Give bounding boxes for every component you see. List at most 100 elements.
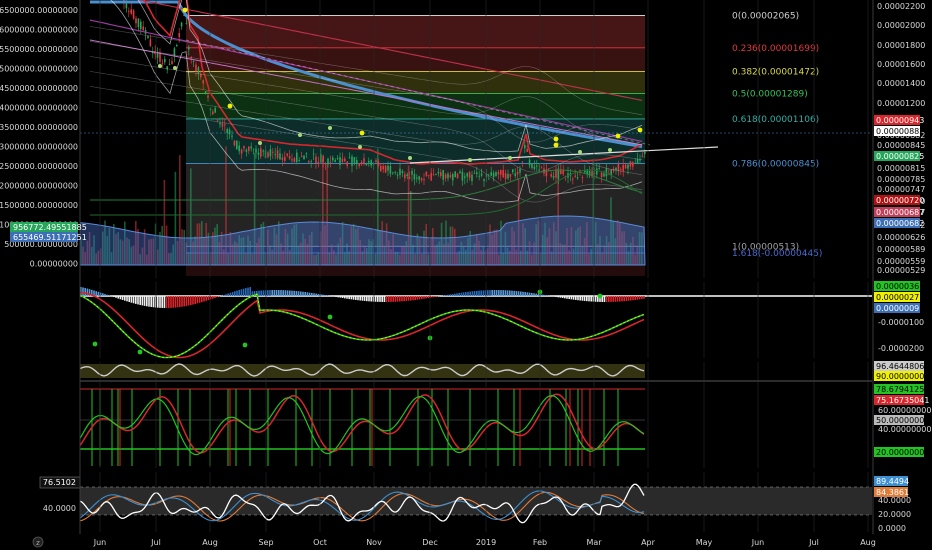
candle-body <box>125 3 128 9</box>
macd-histogram-bar <box>324 295 326 296</box>
candle-body <box>516 171 519 175</box>
macd-histogram-bar <box>623 296 625 302</box>
macd-histogram-bar <box>260 290 262 296</box>
trading-chart[interactable]: 0(0.00002065) 0.236(0.00001699) 0.382(0.00… <box>0 0 932 550</box>
candle-body <box>377 161 380 167</box>
macd-histogram-bar <box>223 294 225 296</box>
macd-histogram-bar <box>473 291 476 296</box>
time-label: Apr <box>641 538 656 547</box>
time-label: Aug <box>202 538 218 547</box>
macd-histogram-bar <box>130 296 133 303</box>
candle-body <box>310 161 312 163</box>
macd-histogram-bar <box>115 296 117 298</box>
candle-body <box>480 173 483 176</box>
candle-body <box>632 162 634 167</box>
candle-body <box>401 171 404 174</box>
candle-body <box>418 176 420 180</box>
candle-body <box>135 18 137 24</box>
macd-histogram-bar <box>454 293 456 296</box>
candle-body <box>207 95 209 98</box>
fib-band <box>186 93 645 119</box>
time-label: Aug <box>860 538 876 547</box>
macd-histogram-bar <box>337 296 339 298</box>
macd-histogram-bar <box>476 290 478 296</box>
candle-body <box>284 156 286 161</box>
candle-body <box>384 165 387 173</box>
macd-histogram-bar <box>150 296 152 307</box>
macd-histogram-bar <box>445 295 447 296</box>
candle-body <box>466 173 468 177</box>
macd-histogram-bar <box>86 288 89 296</box>
macd-histogram-bar <box>542 294 544 296</box>
macd-histogram-bar <box>344 296 346 299</box>
candle-body <box>576 177 579 179</box>
signal-marker <box>553 136 559 142</box>
candle-body <box>132 10 135 19</box>
macd-histogram-bar <box>579 296 581 301</box>
fib-band <box>186 15 645 48</box>
candle-body <box>291 159 293 161</box>
macd-histogram-bar <box>363 296 366 301</box>
price-axis-label: 0.00001400 <box>877 79 925 88</box>
candle-body <box>478 175 480 177</box>
candle-body <box>240 149 243 154</box>
candle-body <box>324 163 327 165</box>
macd-histogram-bar <box>546 295 548 296</box>
candle-body <box>224 124 226 126</box>
volume-axis-label: 2500000.00000000 <box>0 162 78 171</box>
candle-body <box>437 171 440 174</box>
pivot-marker <box>608 148 612 152</box>
macd-histogram-bar <box>500 290 502 296</box>
macd-histogram-bar <box>282 290 284 296</box>
macd-histogram-bar <box>390 296 392 302</box>
pivot-marker <box>298 133 302 137</box>
stoch-axis-label: 40.00000000 <box>878 425 931 434</box>
overbought-band <box>80 364 645 378</box>
candle-body <box>305 153 308 155</box>
pivot-marker <box>508 156 512 160</box>
fib-label: 0.786(0.00000845) <box>732 160 819 170</box>
candle-body <box>444 174 447 179</box>
macd-histogram-bar <box>638 296 641 300</box>
macd-histogram-bar <box>511 290 513 296</box>
macd-histogram-bar <box>214 296 216 298</box>
macd-histogram-bar <box>506 290 509 296</box>
price-badge-text: 0.00000720 <box>876 196 924 205</box>
time-label: Jul <box>150 538 161 547</box>
candle-body <box>363 158 365 163</box>
candle-body <box>509 174 512 177</box>
macd-histogram-bar <box>577 296 579 301</box>
macd-histogram-bar <box>190 296 192 306</box>
volume-axis-label: 0.00000000 <box>30 260 78 269</box>
candle-body <box>257 152 260 155</box>
candle-body <box>408 177 411 179</box>
candle-body <box>192 61 195 62</box>
candle-body <box>629 161 632 167</box>
macd-histogram-bar <box>443 295 445 296</box>
candle-body <box>512 169 514 173</box>
candle-body <box>454 171 456 178</box>
macd-histogram-bar <box>575 296 577 300</box>
candle-body <box>348 157 351 159</box>
candle-body <box>293 158 296 163</box>
candle-body <box>334 160 336 162</box>
candle-body <box>233 140 236 146</box>
candle-body <box>140 21 142 30</box>
macd-histogram-bar <box>269 290 271 296</box>
candle-body <box>185 23 188 24</box>
macd-histogram-bar <box>242 288 245 296</box>
volume-axis-label: 3500000.00000000 <box>0 123 78 132</box>
candle-body <box>243 145 245 149</box>
macd-histogram-bar <box>203 296 205 302</box>
macd-histogram-bar <box>297 291 300 296</box>
macd-histogram-bar <box>124 296 126 301</box>
macd-histogram-bar <box>231 292 234 296</box>
candle-body <box>519 168 521 173</box>
macd-histogram-bar <box>414 296 416 300</box>
candle-body <box>420 178 423 181</box>
macd-histogram-bar <box>566 296 568 299</box>
macd-histogram-bar <box>491 290 493 296</box>
macd-histogram-bar <box>339 296 342 298</box>
macd-histogram-bar <box>196 296 199 304</box>
macd-histogram-bar <box>614 296 617 302</box>
